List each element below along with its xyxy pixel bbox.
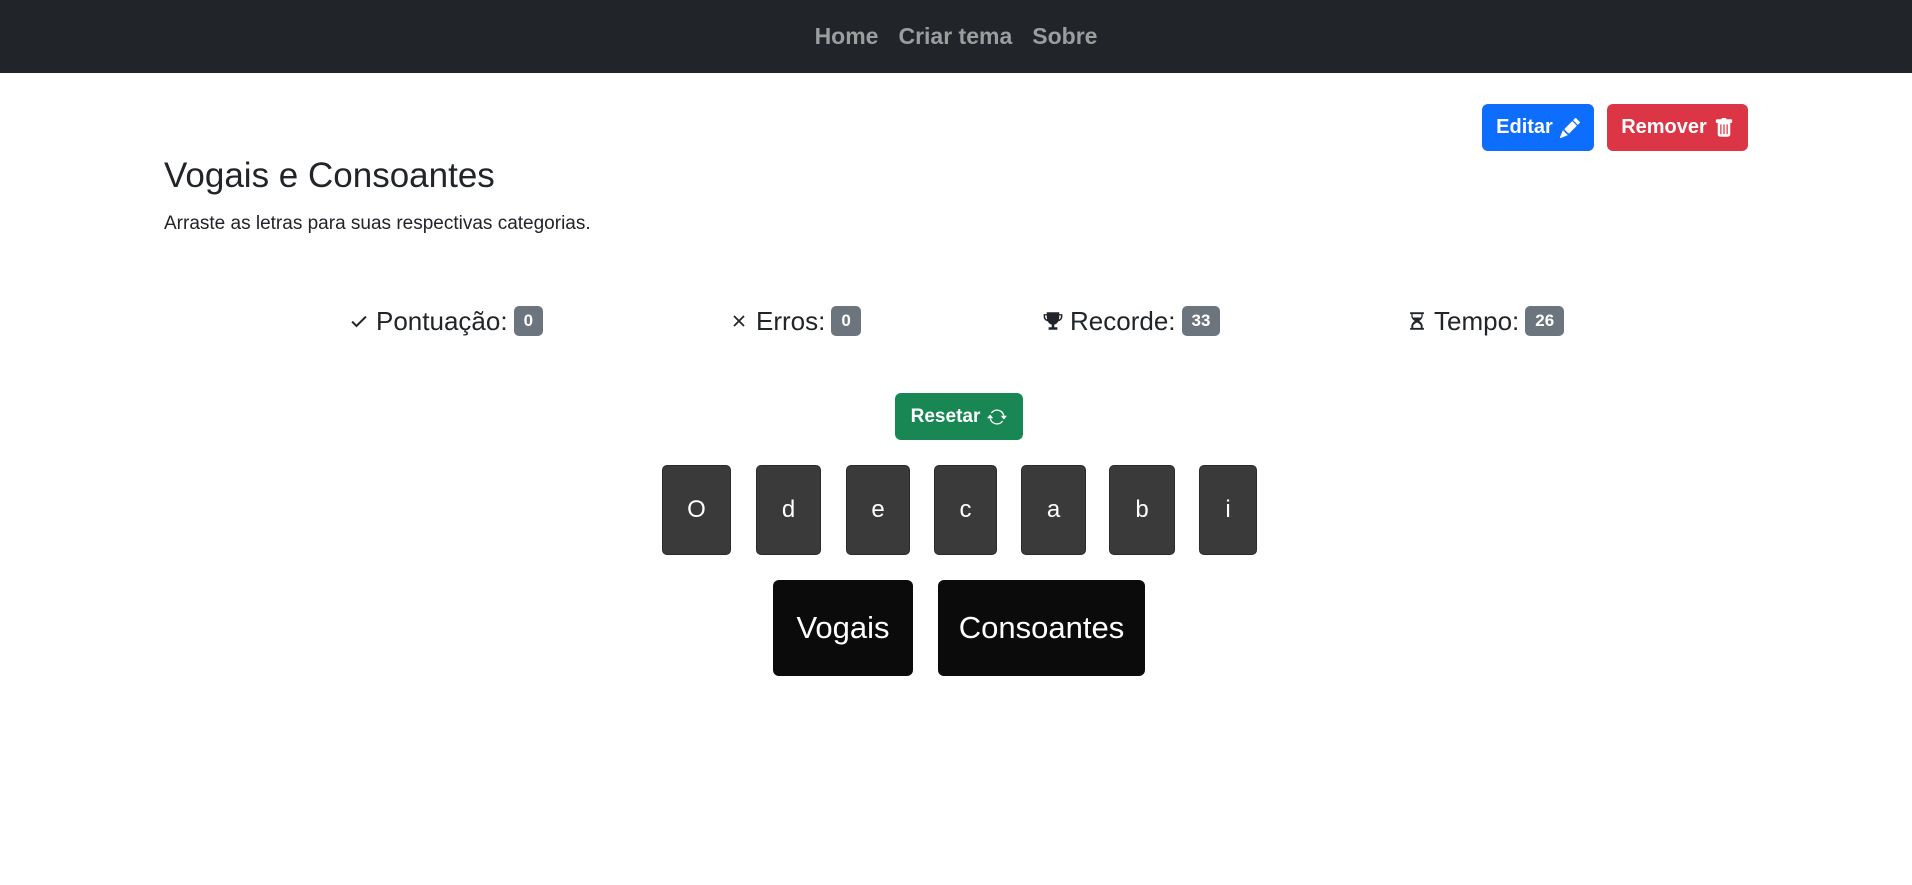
category-consonants[interactable]: Consoantes [938, 580, 1145, 676]
remove-button[interactable]: Remover [1607, 104, 1748, 151]
score-stat: Pontuação: 0 [348, 303, 544, 339]
letter-tile[interactable]: O [662, 465, 731, 555]
nav-create-theme[interactable]: Criar tema [898, 23, 1012, 50]
page-title: Vogais e Consoantes [164, 156, 495, 195]
remove-label: Remover [1621, 116, 1707, 138]
nav-about[interactable]: Sobre [1032, 23, 1097, 50]
letter-tile[interactable]: i [1199, 465, 1257, 555]
errors-label: Erros: [756, 305, 826, 336]
record-badge: 33 [1181, 306, 1221, 336]
trash-icon [1715, 117, 1732, 137]
score-badge: 0 [513, 306, 544, 336]
letter-tiles: O d e c a b i [662, 465, 1257, 555]
check-icon [348, 310, 370, 332]
letter-tile[interactable]: a [1021, 465, 1086, 555]
score-label: Pontuação: [376, 305, 508, 336]
hourglass-icon [1406, 310, 1428, 332]
reset-label: Resetar [910, 405, 981, 427]
pencil-icon [1559, 117, 1580, 138]
category-vowels[interactable]: Vogais [773, 580, 913, 676]
navbar: Home Criar tema Sobre [0, 0, 1912, 73]
trophy-icon [1042, 310, 1064, 332]
letter-tile[interactable]: e [846, 465, 910, 555]
letter-tile[interactable]: b [1109, 465, 1175, 555]
nav-home[interactable]: Home [815, 23, 879, 50]
time-stat: Tempo: 26 [1406, 303, 1565, 339]
errors-stat: Erros: 0 [728, 303, 861, 339]
edit-button[interactable]: Editar [1482, 104, 1594, 151]
letter-tile[interactable]: d [756, 465, 821, 555]
letter-tile[interactable]: c [934, 465, 997, 555]
time-label: Tempo: [1434, 305, 1520, 336]
x-icon [728, 310, 750, 332]
reset-button[interactable]: Resetar [895, 393, 1023, 440]
errors-badge: 0 [831, 306, 861, 336]
record-label: Recorde: [1070, 305, 1176, 336]
edit-label: Editar [1496, 116, 1553, 138]
page-subtitle: Arraste as letras para suas respectivas … [164, 213, 591, 234]
record-stat: Recorde: 33 [1042, 303, 1221, 339]
refresh-icon [987, 409, 1008, 424]
time-badge: 26 [1525, 306, 1565, 336]
